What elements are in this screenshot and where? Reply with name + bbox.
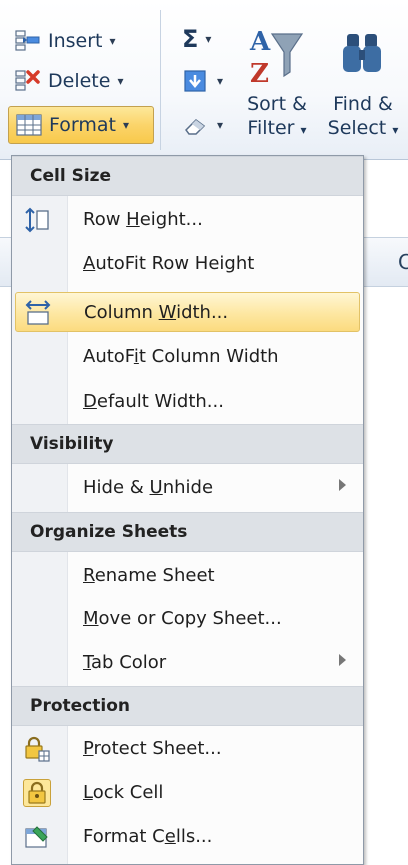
find-select-line2: Select [327,117,387,139]
section-cell-size: Cell Size [12,156,363,196]
lock-icon [23,779,51,807]
lock-cell-item[interactable]: Lock Cell [15,773,360,813]
row-height-icon [23,206,51,234]
rename-sheet-item[interactable]: Rename Sheet [15,556,360,596]
sort-filter-button[interactable]: A Z Sort & Filter ▾ [238,20,316,142]
fill-dropdown-icon: ▾ [217,74,224,88]
format-label: Format [49,114,116,136]
sort-filter-line1: Sort & [247,93,307,115]
format-cells-icon [15,112,43,138]
delete-dropdown-icon: ▾ [117,74,124,88]
column-header-c[interactable]: C [398,250,408,274]
binoculars-icon [320,20,406,92]
insert-dropdown-icon: ▾ [109,34,116,48]
default-width-item[interactable]: Default Width... [15,382,360,422]
section-visibility: Visibility [12,424,363,464]
delete-cells-icon [14,68,42,94]
insert-label: Insert [48,30,103,52]
submenu-arrow-icon [339,479,346,491]
submenu-arrow-icon [339,654,346,666]
section-organize-sheets: Organize Sheets [12,512,363,552]
clear-button[interactable]: ▾ [176,106,229,144]
delete-label: Delete [48,70,111,92]
column-width-item[interactable]: Column Width... [15,292,360,332]
format-cells-dialog-icon [23,823,51,851]
row-height-item[interactable]: Row Height... [15,200,360,240]
find-select-line1: Find & [333,93,393,115]
ribbon-group-separator [160,10,161,150]
sort-filter-icon: A Z [238,20,316,92]
insert-button[interactable]: Insert ▾ [8,22,122,60]
svg-text:A: A [249,27,271,57]
clear-dropdown-icon: ▾ [217,118,224,132]
eraser-icon [182,112,210,138]
autofit-row-height-item[interactable]: AutoFit Row Height [15,244,360,284]
format-button[interactable]: Format ▾ [8,106,154,144]
autosum-icon: Σ [182,25,199,53]
fill-button[interactable]: ▾ [176,62,229,100]
format-cells-item[interactable]: Format Cells... [15,817,360,857]
hide-unhide-item[interactable]: Hide & Unhide [15,468,360,508]
tab-color-item[interactable]: Tab Color [15,643,360,683]
autosum-button[interactable]: Σ ▾ [176,20,217,58]
section-protection: Protection [12,686,363,726]
format-dropdown-menu: Cell Size Row Height... AutoFit Row Heig… [11,155,364,865]
protect-sheet-icon [23,735,51,763]
ribbon-cells-editing-group: Insert ▾ Delete ▾ Format ▾ Σ ▾ ▾ ▾ A Z S… [0,0,408,160]
column-width-icon [24,299,52,327]
autofit-column-width-item[interactable]: AutoFit Column Width [15,337,360,377]
sort-filter-dropdown-icon: ▾ [300,123,307,137]
sort-filter-line2: Filter [247,117,295,139]
insert-cells-icon [14,28,42,54]
find-select-button[interactable]: Find & Select ▾ [320,20,406,142]
autosum-dropdown-icon: ▾ [205,32,212,46]
delete-button[interactable]: Delete ▾ [8,62,129,100]
svg-text:Z: Z [250,59,269,89]
find-select-dropdown-icon: ▾ [392,123,399,137]
format-dropdown-icon: ▾ [122,118,129,132]
protect-sheet-item[interactable]: Protect Sheet... [15,729,360,769]
move-copy-sheet-item[interactable]: Move or Copy Sheet... [15,599,360,639]
fill-down-icon [182,68,210,94]
